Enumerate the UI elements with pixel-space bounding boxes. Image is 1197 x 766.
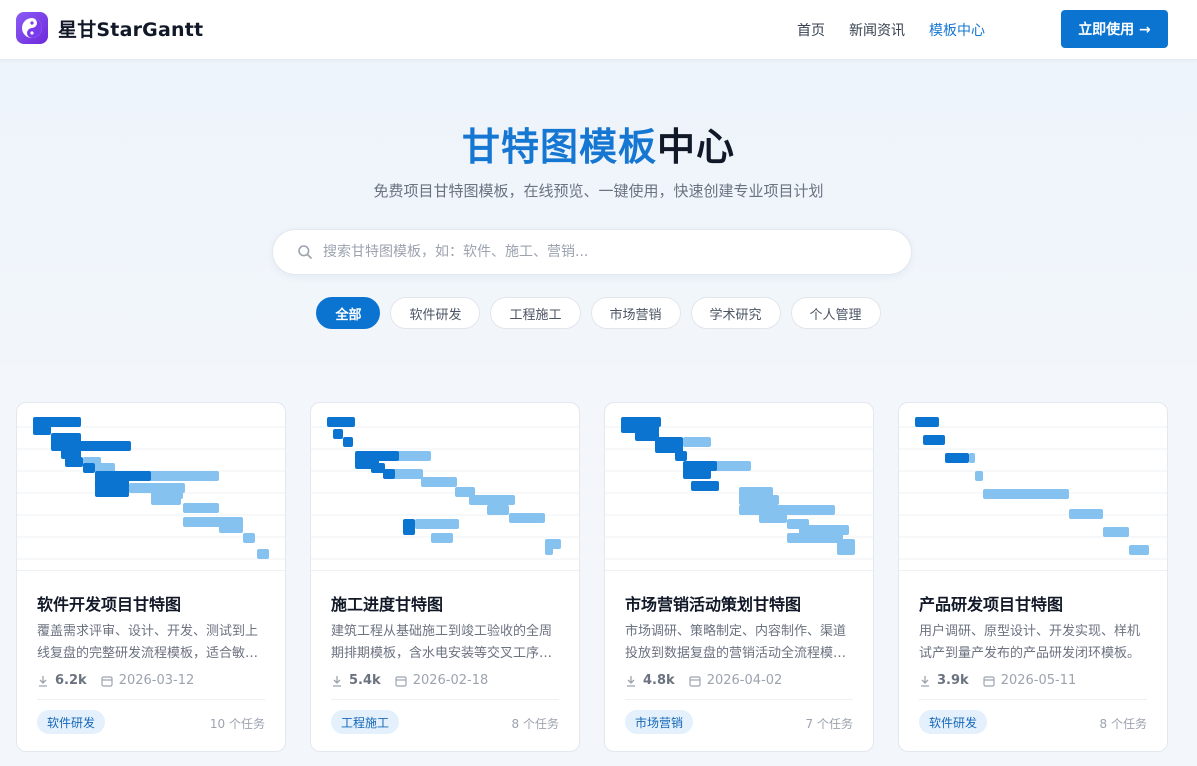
- card-description: 市场调研、策略制定、内容制作、渠道投放到数据复盘的营销活动全流程模…: [625, 624, 847, 661]
- publish-date: 2026-05-11: [1000, 673, 1077, 688]
- download-count: 4.8k: [643, 673, 675, 688]
- yin-yang-logo-icon: [16, 12, 48, 44]
- download-icon: [627, 675, 635, 687]
- download-count: 5.4k: [349, 673, 381, 688]
- main-nav: 首页 新闻资讯 模板中心: [773, 0, 985, 60]
- card-meta: 5.4k 2026-02-18: [331, 673, 488, 688]
- card-meta: 3.9k 2026-05-11: [919, 673, 1076, 688]
- gantt-preview: [605, 403, 873, 571]
- template-search-box[interactable]: [272, 229, 912, 275]
- filter-construction[interactable]: 工程施工: [490, 297, 581, 329]
- download-icon: [333, 675, 341, 687]
- filter-academic[interactable]: 学术研究: [690, 297, 781, 329]
- page-subtitle: 免费项目甘特图模板，在线预览、一键使用，快速创建专业项目计划: [373, 182, 824, 200]
- page-title: 甘特图模板中心: [0, 116, 1197, 171]
- calendar-icon: [689, 675, 701, 687]
- publish-date: 2026-04-02: [706, 673, 783, 688]
- nav-news[interactable]: 新闻资讯: [849, 20, 905, 40]
- gantt-preview: [17, 403, 285, 571]
- filter-software[interactable]: 软件研发: [390, 297, 481, 329]
- calendar-icon: [395, 675, 407, 687]
- template-card[interactable]: 软件开发项目甘特图 覆盖需求评审、设计、开发、测试到上线复盘的完整研发流程模板，…: [16, 402, 286, 752]
- card-divider: [37, 699, 265, 700]
- gantt-preview: [899, 403, 1167, 571]
- download-count: 6.2k: [55, 673, 87, 688]
- download-count: 3.9k: [937, 673, 969, 688]
- search-icon: [298, 245, 312, 259]
- card-description: 用户调研、原型设计、开发实现、样机试产到量产发布的产品研发闭环模板。: [919, 624, 1141, 661]
- template-grid: 软件开发项目甘特图 覆盖需求评审、设计、开发、测试到上线复盘的完整研发流程模板，…: [16, 402, 1168, 752]
- download-icon: [39, 675, 47, 687]
- template-card[interactable]: 市场营销活动策划甘特图 市场调研、策略制定、内容制作、渠道投放到数据复盘的营销活…: [604, 402, 874, 752]
- brand-logo[interactable]: 星甘StarGantt: [16, 12, 203, 44]
- category-tag: 软件研发: [919, 710, 988, 734]
- hero-section: 甘特图模板中心 免费项目甘特图模板，在线预览、一键使用，快速创建专业项目计划 全…: [0, 60, 1197, 366]
- task-count: 10 个任务: [209, 717, 265, 731]
- card-divider: [331, 699, 559, 700]
- nav-home[interactable]: 首页: [797, 20, 825, 40]
- brand-name: 星甘StarGantt: [58, 18, 204, 41]
- download-icon: [921, 675, 929, 687]
- gantt-preview: [311, 403, 579, 571]
- publish-date: 2026-03-12: [118, 673, 195, 688]
- page-title-highlight: 甘特图模板: [461, 125, 657, 169]
- card-title: 施工进度甘特图: [331, 595, 444, 614]
- task-count: 8 个任务: [1099, 717, 1147, 731]
- task-count: 7 个任务: [805, 717, 853, 731]
- card-title: 产品研发项目甘特图: [919, 595, 1064, 614]
- card-title: 软件开发项目甘特图: [37, 595, 182, 614]
- card-description: 建筑工程从基础施工到竣工验收的全周期排期模板，含水电安装等交叉工序…: [331, 624, 553, 661]
- card-divider: [625, 699, 853, 700]
- calendar-icon: [983, 675, 995, 687]
- page-title-rest: 中心: [657, 125, 736, 169]
- category-tag: 工程施工: [331, 710, 400, 734]
- category-tag: 软件研发: [37, 710, 106, 734]
- publish-date: 2026-02-18: [412, 673, 489, 688]
- calendar-icon: [101, 675, 113, 687]
- card-meta: 4.8k 2026-04-02: [625, 673, 782, 688]
- filter-personal[interactable]: 个人管理: [790, 297, 881, 329]
- category-filters: 全部 软件研发 工程施工 市场营销 学术研究 个人管理: [0, 297, 1197, 329]
- template-card[interactable]: 施工进度甘特图 建筑工程从基础施工到竣工验收的全周期排期模板，含水电安装等交叉工…: [310, 402, 580, 752]
- nav-templates[interactable]: 模板中心: [929, 20, 985, 40]
- card-title: 市场营销活动策划甘特图: [625, 595, 802, 614]
- search-input[interactable]: [323, 230, 893, 274]
- card-divider: [919, 699, 1147, 700]
- top-navbar: 星甘StarGantt 首页 新闻资讯 模板中心 立即使用 →: [0, 0, 1197, 60]
- task-count: 8 个任务: [511, 717, 559, 731]
- category-tag: 市场营销: [625, 710, 694, 734]
- start-using-button[interactable]: 立即使用 →: [1061, 10, 1168, 48]
- filter-all[interactable]: 全部: [316, 297, 381, 329]
- filter-marketing[interactable]: 市场营销: [590, 297, 681, 329]
- template-card[interactable]: 产品研发项目甘特图 用户调研、原型设计、开发实现、样机试产到量产发布的产品研发闭…: [898, 402, 1168, 752]
- card-description: 覆盖需求评审、设计、开发、测试到上线复盘的完整研发流程模板，适合敏…: [37, 624, 259, 661]
- card-meta: 6.2k 2026-03-12: [37, 673, 194, 688]
